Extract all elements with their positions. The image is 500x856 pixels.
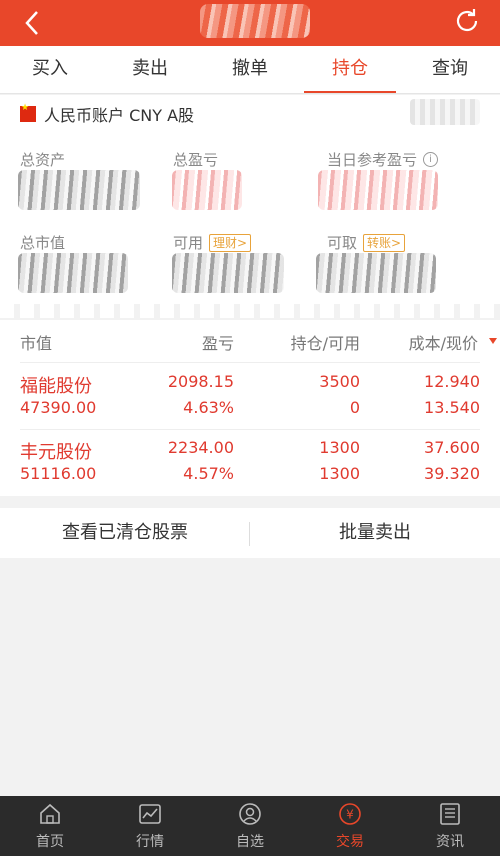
trade-icon: ¥ xyxy=(339,803,361,825)
torn-edge xyxy=(0,304,500,318)
available-value: 1300 xyxy=(319,464,360,483)
stock-name: 福能股份 xyxy=(20,376,92,397)
available-label: 可用 理财> xyxy=(173,232,252,253)
info-icon[interactable]: i xyxy=(423,152,439,167)
redacted-title xyxy=(200,4,310,38)
current-price: 39.320 xyxy=(424,464,480,483)
market-value: 47390.00 xyxy=(20,398,97,417)
pnl-percent: 4.57% xyxy=(183,464,234,483)
holdings-table: 市值 盈亏 持仓/可用 成本/现价 福能股份 2098.15 3500 12.9… xyxy=(0,320,500,496)
batch-sell-button[interactable]: 批量卖出 xyxy=(250,508,500,558)
tabbar-label: 交易 xyxy=(336,834,364,850)
home-icon xyxy=(40,803,60,824)
redacted-value xyxy=(18,253,128,293)
account-name: 人民币账户 CNY A股 xyxy=(44,106,195,125)
trade-tabs: 买入 卖出 撤单 持仓 查询 xyxy=(0,46,500,94)
separator xyxy=(249,522,250,546)
position-value: 3500 xyxy=(319,372,360,391)
redacted-account-id xyxy=(410,99,480,125)
header-pnl[interactable]: 盈亏 xyxy=(202,330,234,354)
pnl-value: 2098.15 xyxy=(167,372,234,391)
svg-text:¥: ¥ xyxy=(346,808,354,822)
tabbar-label: 自选 xyxy=(236,834,264,850)
back-icon[interactable] xyxy=(18,8,48,38)
withdrawable-label: 可取 转账> xyxy=(327,232,406,253)
available-value: 0 xyxy=(349,398,360,417)
refresh-icon[interactable] xyxy=(452,6,482,36)
header-cost-price[interactable]: 成本/现价 xyxy=(409,330,478,354)
transfer-tag[interactable]: 转账> xyxy=(363,233,406,252)
daily-pnl-label: 当日参考盈亏 i xyxy=(327,149,439,170)
news-icon xyxy=(440,803,460,825)
account-row[interactable]: 人民币账户 CNY A股 xyxy=(20,103,194,125)
header-position[interactable]: 持仓/可用 xyxy=(291,330,360,354)
current-price: 13.540 xyxy=(424,398,480,417)
redacted-value xyxy=(316,253,436,293)
tabbar-label: 行情 xyxy=(136,834,164,850)
tabbar-watchlist[interactable]: 自选 xyxy=(200,796,300,856)
china-flag-icon xyxy=(20,103,36,122)
top-bar xyxy=(0,0,500,46)
position-value: 1300 xyxy=(319,438,360,457)
header-market-value[interactable]: 市值 xyxy=(20,330,52,354)
tabbar-label: 首页 xyxy=(36,834,64,850)
cost-value: 37.600 xyxy=(424,438,480,457)
sort-desc-icon[interactable] xyxy=(489,338,497,344)
total-assets-label: 总资产 xyxy=(20,151,66,169)
market-value: 51116.00 xyxy=(20,464,97,483)
watchlist-icon xyxy=(239,803,261,825)
market-value-label: 总市值 xyxy=(20,234,66,252)
divider xyxy=(20,429,480,430)
view-cleared-stocks-button[interactable]: 查看已清仓股票 xyxy=(0,508,250,558)
pnl-value: 2234.00 xyxy=(167,438,234,457)
tab-holdings[interactable]: 持仓 xyxy=(300,46,400,93)
tab-cancel[interactable]: 撤单 xyxy=(200,46,300,93)
redacted-value xyxy=(318,170,438,210)
tab-buy[interactable]: 买入 xyxy=(0,46,100,93)
redacted-value xyxy=(18,170,140,210)
stock-name: 丰元股份 xyxy=(20,442,92,463)
redacted-value xyxy=(172,170,242,210)
tabbar-label: 资讯 xyxy=(436,834,464,850)
chart-icon xyxy=(139,804,161,824)
finance-tag[interactable]: 理财> xyxy=(209,233,252,252)
total-pnl-label: 总盈亏 xyxy=(173,151,219,169)
pnl-percent: 4.63% xyxy=(183,398,234,417)
bottom-tab-bar: 首页 行情 自选 ¥ 交易 资讯 xyxy=(0,796,500,856)
tab-query[interactable]: 查询 xyxy=(400,46,500,93)
divider xyxy=(20,362,480,363)
tabbar-market[interactable]: 行情 xyxy=(100,796,200,856)
tabbar-trade[interactable]: ¥ 交易 xyxy=(300,796,400,856)
tabbar-news[interactable]: 资讯 xyxy=(400,796,500,856)
tab-sell[interactable]: 卖出 xyxy=(100,46,200,93)
account-summary: 人民币账户 CNY A股 总资产 总盈亏 当日参考盈亏i 总市值 可用理财> 可… xyxy=(0,95,500,317)
cost-value: 12.940 xyxy=(424,372,480,391)
action-bar: 查看已清仓股票 批量卖出 xyxy=(0,508,500,558)
tabbar-home[interactable]: 首页 xyxy=(0,796,100,856)
redacted-value xyxy=(172,253,284,293)
